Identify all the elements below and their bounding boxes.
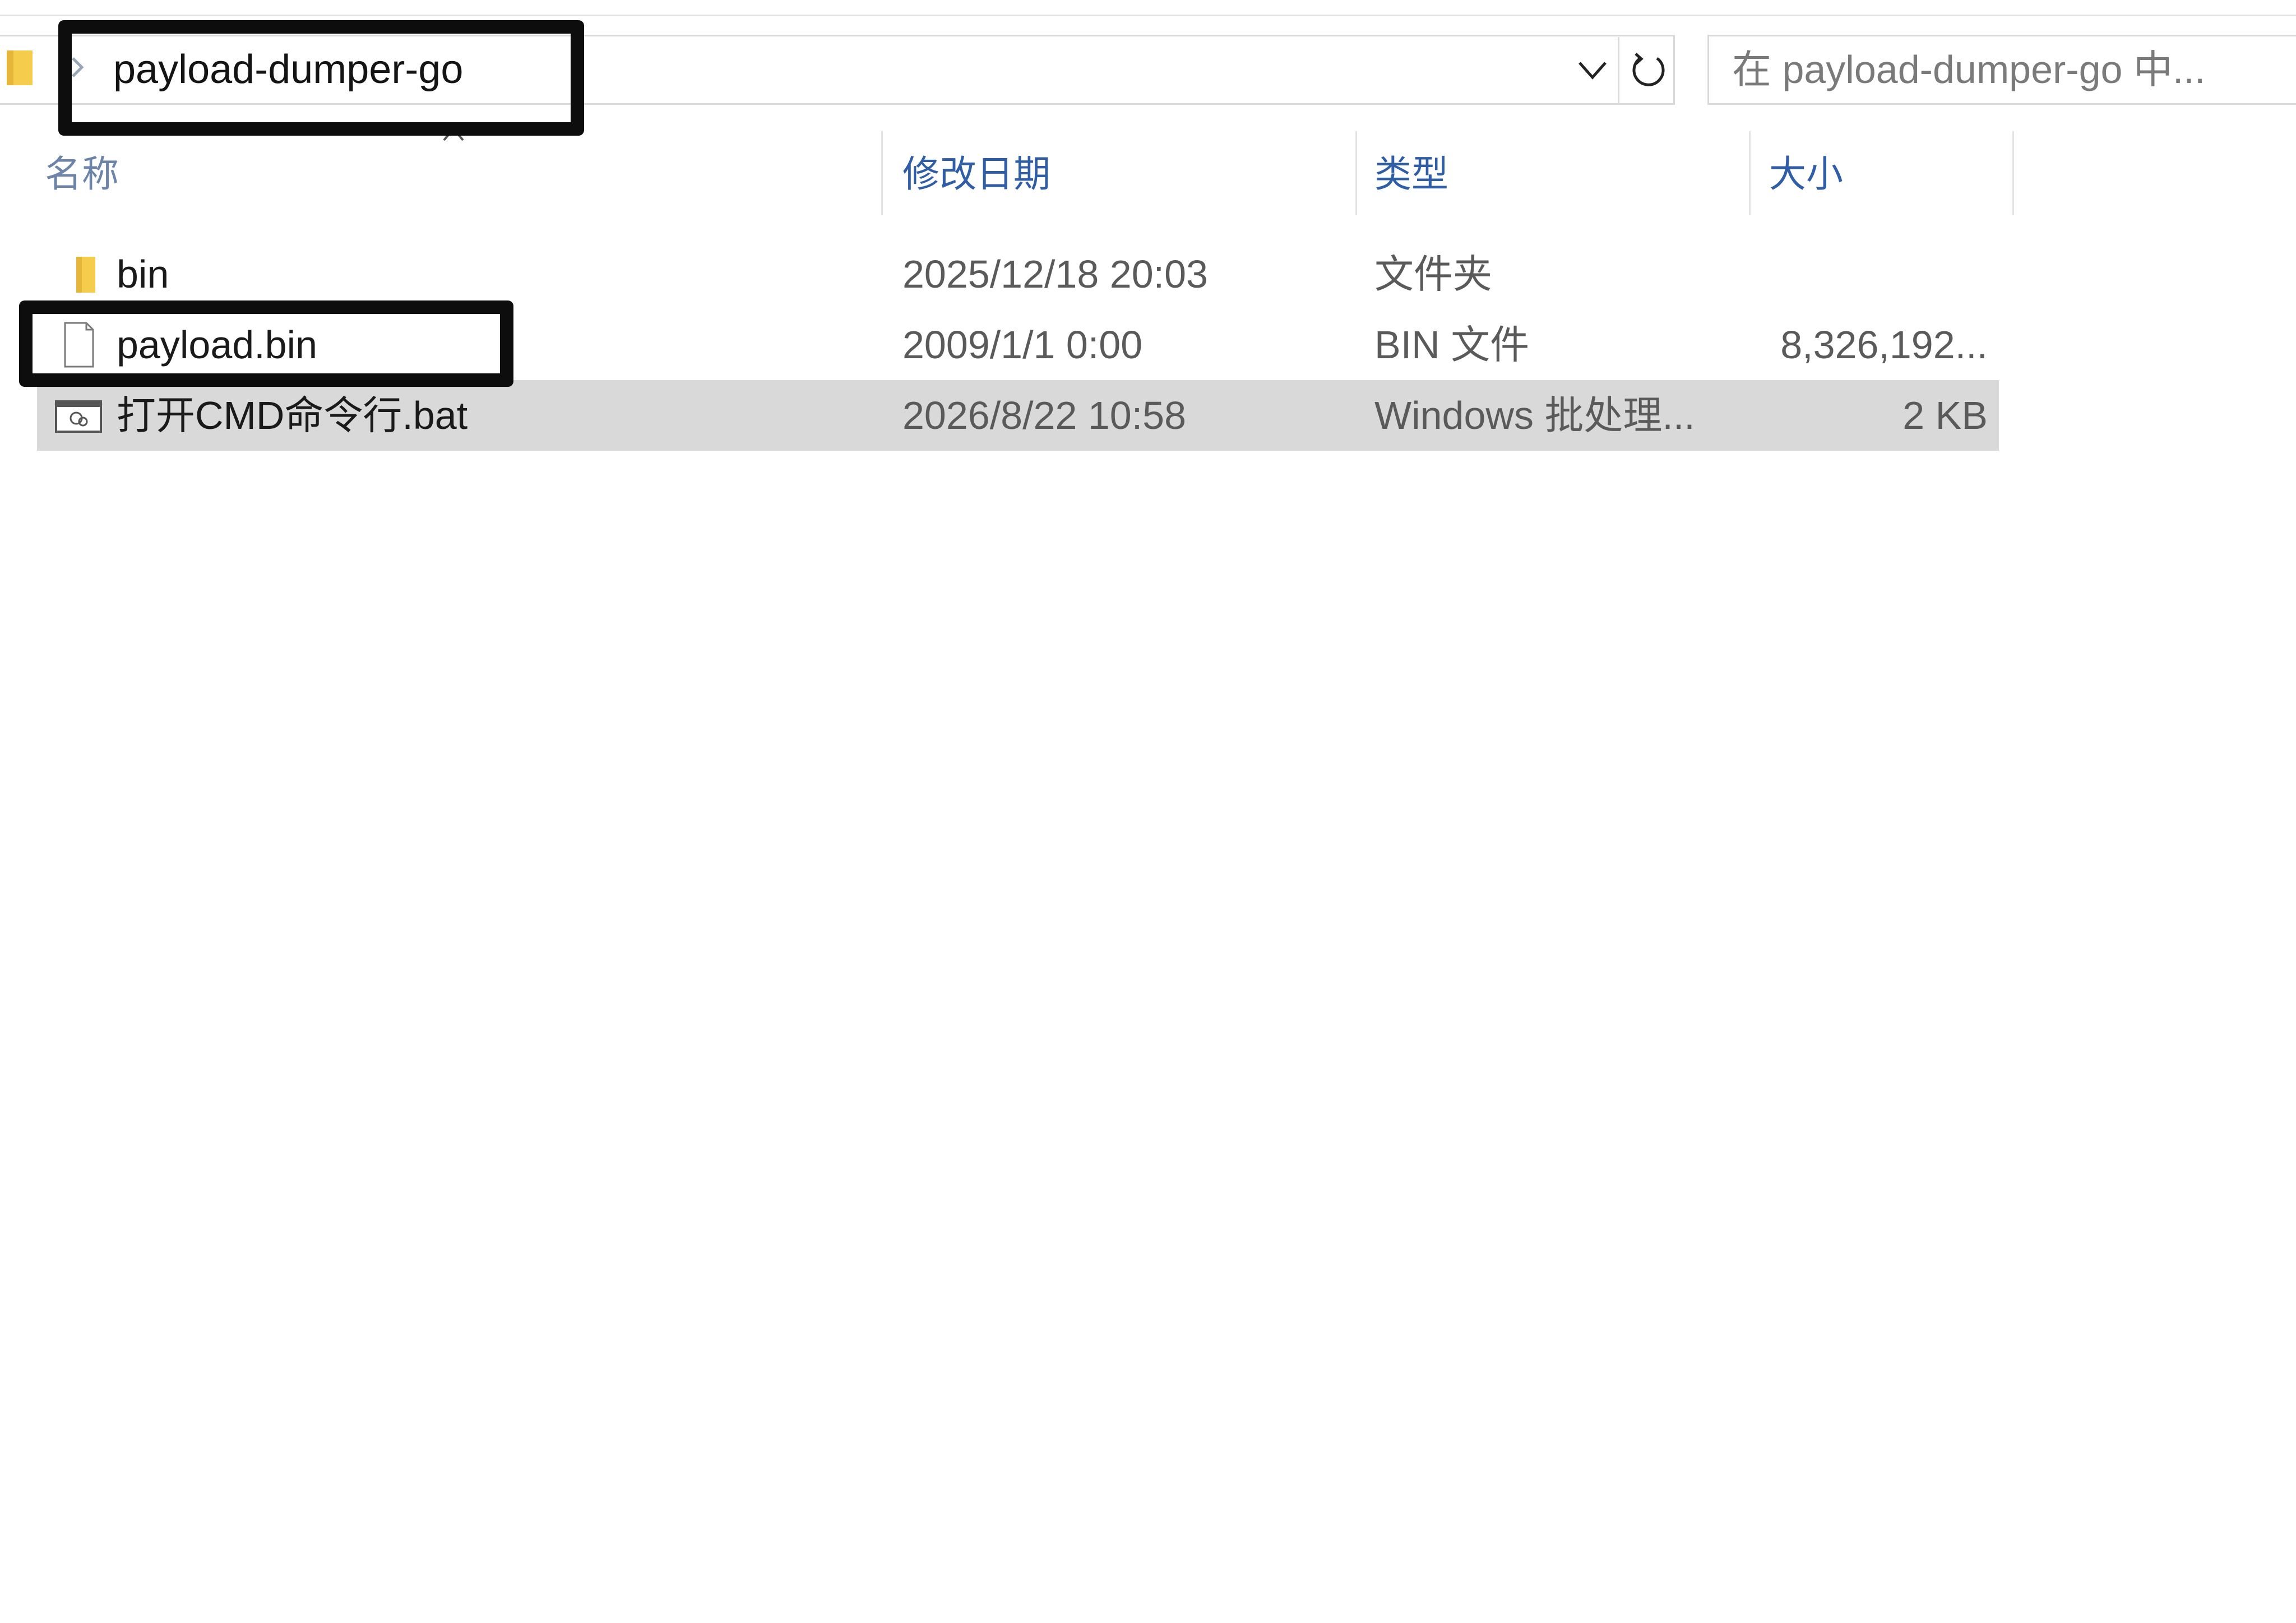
file-type: 文件夹 xyxy=(1374,252,1492,296)
file-type: BIN 文件 xyxy=(1374,323,1530,367)
file-date: 2025/12/18 20:03 xyxy=(902,252,1208,296)
address-divider xyxy=(1618,37,1619,103)
column-header-type[interactable]: 类型 xyxy=(1374,140,1448,207)
refresh-icon[interactable] xyxy=(1628,49,1669,91)
search-input[interactable]: 在 payload-dumper-go 中... xyxy=(1732,41,2205,98)
annotation-box-address xyxy=(58,20,584,136)
column-separator[interactable] xyxy=(1749,131,1751,215)
column-separator[interactable] xyxy=(1355,131,1357,215)
column-header-date[interactable]: 修改日期 xyxy=(902,140,1050,207)
file-name: 打开CMD命令行.bat xyxy=(117,394,468,437)
folder-icon xyxy=(76,257,95,293)
file-type: Windows 批处理... xyxy=(1374,394,1695,437)
file-row-batch[interactable]: 打开CMD命令行.bat 2026/8/22 10:58 Windows 批处理… xyxy=(37,380,1999,451)
batch-file-icon xyxy=(55,400,102,433)
annotation-box-payload xyxy=(19,300,513,387)
file-date: 2026/8/22 10:58 xyxy=(902,394,1187,437)
chevron-down-icon[interactable] xyxy=(1574,55,1611,85)
file-size: 2 KB xyxy=(1902,394,1988,437)
window-top-border xyxy=(0,15,2296,16)
column-header-size[interactable]: 大小 xyxy=(1769,140,1843,207)
file-size: 8,326,192... xyxy=(1780,323,1988,367)
column-header-name[interactable]: 名称 xyxy=(45,140,119,207)
folder-icon xyxy=(7,50,33,85)
column-separator[interactable] xyxy=(881,131,883,215)
column-separator[interactable] xyxy=(2012,131,2014,215)
file-date: 2009/1/1 0:00 xyxy=(902,323,1143,367)
file-name: bin xyxy=(117,252,169,296)
file-row-bin[interactable]: bin 2025/12/18 20:03 文件夹 xyxy=(37,239,1999,309)
